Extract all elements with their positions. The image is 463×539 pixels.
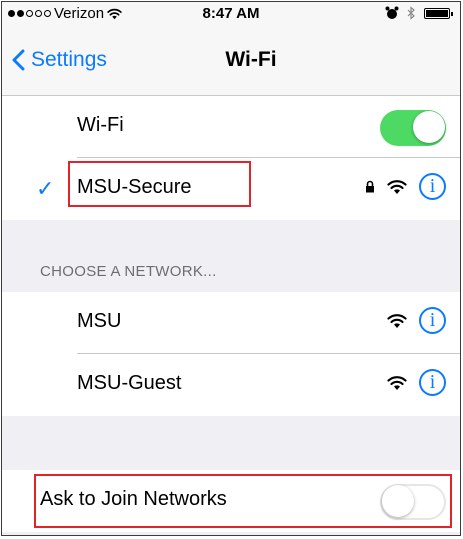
- network-list: MSU i MSU-Guest i: [2, 292, 460, 416]
- info-button[interactable]: i: [419, 307, 446, 334]
- wifi-group: Wi-Fi ✓ MSU-Secure i: [2, 96, 460, 220]
- ask-to-join-row: Ask to Join Networks: [2, 470, 460, 532]
- network-row-msu[interactable]: MSU i: [2, 292, 460, 354]
- ask-to-join-label: Ask to Join Networks: [40, 488, 227, 510]
- checkmark-icon: ✓: [36, 176, 55, 201]
- ask-to-join-group: Ask to Join Networks: [2, 470, 460, 532]
- current-network-row[interactable]: ✓ MSU-Secure i: [2, 158, 460, 220]
- status-icons: [385, 6, 453, 20]
- info-button[interactable]: i: [419, 369, 446, 396]
- phone-screen: Verizon 8:47 AM Settings Wi-Fi Wi-Fi ✓ M…: [1, 1, 461, 536]
- wifi-signal-icon: [387, 313, 407, 328]
- lock-icon: [366, 180, 374, 193]
- section-header: CHOOSE A NETWORK...: [40, 263, 217, 280]
- alarm-icon: [385, 6, 399, 19]
- current-network-name: MSU-Secure: [77, 176, 192, 198]
- page-title: Wi-Fi: [225, 48, 277, 71]
- wifi-signal-icon: [387, 179, 407, 194]
- wifi-toggle[interactable]: [380, 110, 446, 146]
- wifi-signal-icon: [387, 375, 407, 390]
- battery-icon: [424, 7, 453, 19]
- bluetooth-icon: [407, 6, 415, 20]
- wifi-label: Wi-Fi: [77, 114, 124, 136]
- info-button[interactable]: i: [419, 173, 446, 200]
- network-name: MSU: [77, 310, 122, 332]
- network-icons: i: [387, 369, 446, 396]
- wifi-toggle-row: Wi-Fi: [2, 96, 460, 158]
- status-bar: Verizon 8:47 AM: [2, 2, 460, 26]
- network-icons: i: [387, 307, 446, 334]
- ask-to-join-toggle[interactable]: [380, 484, 446, 520]
- current-network-icons: i: [365, 173, 446, 200]
- navigation-bar: Settings Wi-Fi: [2, 26, 460, 96]
- network-name: MSU-Guest: [77, 372, 182, 394]
- network-row-msu-guest[interactable]: MSU-Guest i: [2, 354, 460, 416]
